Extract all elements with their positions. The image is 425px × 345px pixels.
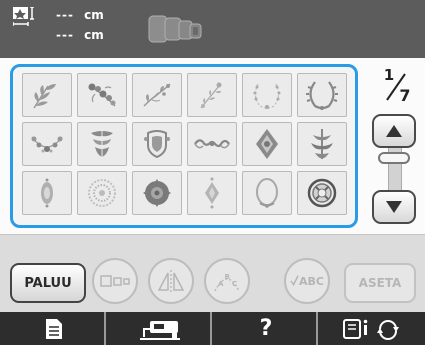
arc-letter-c: C bbox=[232, 280, 237, 288]
arc-letter-a: A bbox=[218, 280, 224, 288]
filled-medallion-pattern-icon bbox=[143, 179, 171, 207]
arc-letter-b: B bbox=[225, 273, 230, 281]
vine-pattern-icon bbox=[143, 83, 171, 107]
size-info-bar: --- cm --- cm bbox=[0, 0, 425, 58]
pattern-tile-small-ornament[interactable] bbox=[22, 171, 72, 215]
arrange-button[interactable] bbox=[92, 258, 138, 304]
embroidery-frames-icon bbox=[148, 15, 202, 43]
pattern-tile-round-frame[interactable] bbox=[297, 171, 347, 215]
pattern-tile-laurel-wreath[interactable] bbox=[297, 73, 347, 117]
arc-text-button[interactable]: A B C bbox=[204, 258, 250, 304]
height-unit: cm bbox=[84, 8, 104, 22]
floral-spray-pattern-icon bbox=[88, 83, 116, 107]
check-text-button[interactable]: ABC bbox=[284, 258, 330, 304]
round-lace-pattern-icon bbox=[88, 179, 116, 207]
scroll-up-button[interactable] bbox=[372, 114, 416, 148]
diamond-medallion-pattern-icon bbox=[256, 129, 278, 159]
arrange-boxes-icon bbox=[100, 275, 130, 287]
bottom-nav: ? bbox=[0, 312, 425, 345]
scroll-border-pattern-icon bbox=[194, 139, 230, 149]
mirror-icon bbox=[157, 270, 185, 292]
pattern-tile-floral-swag[interactable] bbox=[22, 122, 72, 166]
pattern-tile-small-diamond[interactable] bbox=[187, 171, 237, 215]
pattern-selection-panel: 1 7 bbox=[0, 58, 425, 234]
pattern-tile-branch[interactable] bbox=[187, 73, 237, 117]
pattern-tile-ornate-motif[interactable] bbox=[297, 122, 347, 166]
height-value: --- bbox=[56, 8, 74, 22]
pattern-tile-vine[interactable] bbox=[132, 73, 182, 117]
pattern-tile-filled-medallion[interactable] bbox=[132, 171, 182, 215]
shield-ornament-pattern-icon bbox=[144, 130, 170, 159]
pattern-tile-oval-wreath[interactable] bbox=[242, 171, 292, 215]
oval-wreath-pattern-icon bbox=[256, 178, 278, 208]
pattern-grid-frame bbox=[10, 64, 358, 228]
scroll-down-button[interactable] bbox=[372, 190, 416, 224]
open-wreath-pattern-icon bbox=[253, 83, 281, 109]
page-scroller bbox=[372, 114, 418, 224]
ornate-motif-pattern-icon bbox=[311, 129, 333, 159]
checkmark-icon bbox=[290, 275, 299, 286]
pattern-tile-round-lace[interactable] bbox=[77, 171, 127, 215]
width-value: --- bbox=[56, 28, 74, 42]
triangle-up-icon bbox=[386, 125, 402, 137]
height-readout: --- cm bbox=[56, 8, 104, 22]
pattern-tile-crest[interactable] bbox=[77, 122, 127, 166]
pattern-tile-floral-spray[interactable] bbox=[77, 73, 127, 117]
pattern-tile-shield-ornament[interactable] bbox=[132, 122, 182, 166]
mirror-button[interactable] bbox=[148, 258, 194, 304]
help-button[interactable]: ? bbox=[216, 312, 318, 345]
arc-text-icon: A B C bbox=[214, 273, 240, 292]
leaf-sprig-pattern-icon bbox=[33, 84, 56, 109]
small-diamond-pattern-icon bbox=[205, 177, 219, 209]
pattern-grid bbox=[22, 73, 347, 215]
command-bar: PALUU A B C ABC ASETA bbox=[0, 234, 425, 313]
branch-pattern-icon bbox=[200, 82, 222, 109]
pattern-tile-scroll-border[interactable] bbox=[187, 122, 237, 166]
pattern-tile-leaf-sprig[interactable] bbox=[22, 73, 72, 117]
small-ornament-pattern-icon bbox=[41, 178, 53, 208]
back-button[interactable]: PALUU bbox=[10, 263, 86, 303]
width-readout: --- cm bbox=[56, 28, 104, 42]
page-indicator: 1 7 bbox=[384, 66, 411, 105]
help-icon: ? bbox=[259, 316, 273, 341]
document-icon bbox=[46, 318, 62, 339]
laurel-wreath-pattern-icon bbox=[306, 81, 338, 110]
round-frame-pattern-icon bbox=[307, 178, 337, 208]
width-unit: cm bbox=[84, 28, 104, 42]
scroll-thumb[interactable] bbox=[378, 152, 410, 164]
abc-label: ABC bbox=[299, 274, 324, 288]
pattern-tile-open-wreath[interactable] bbox=[242, 73, 292, 117]
crest-pattern-icon bbox=[91, 131, 113, 157]
embroidery-size-icon bbox=[13, 7, 34, 26]
document-button[interactable] bbox=[4, 312, 106, 345]
pattern-tile-diamond-medallion[interactable] bbox=[242, 122, 292, 166]
floral-swag-pattern-icon bbox=[31, 136, 63, 153]
sewing-machine-icon bbox=[140, 320, 180, 340]
sewing-machine-button[interactable] bbox=[110, 312, 212, 345]
page-total: 7 bbox=[399, 86, 410, 105]
set-button[interactable]: ASETA bbox=[344, 263, 416, 303]
settings-button[interactable] bbox=[322, 312, 424, 345]
triangle-down-icon bbox=[386, 201, 402, 213]
page-current: 1 bbox=[384, 66, 394, 84]
settings-rotate-icon bbox=[343, 318, 399, 340]
